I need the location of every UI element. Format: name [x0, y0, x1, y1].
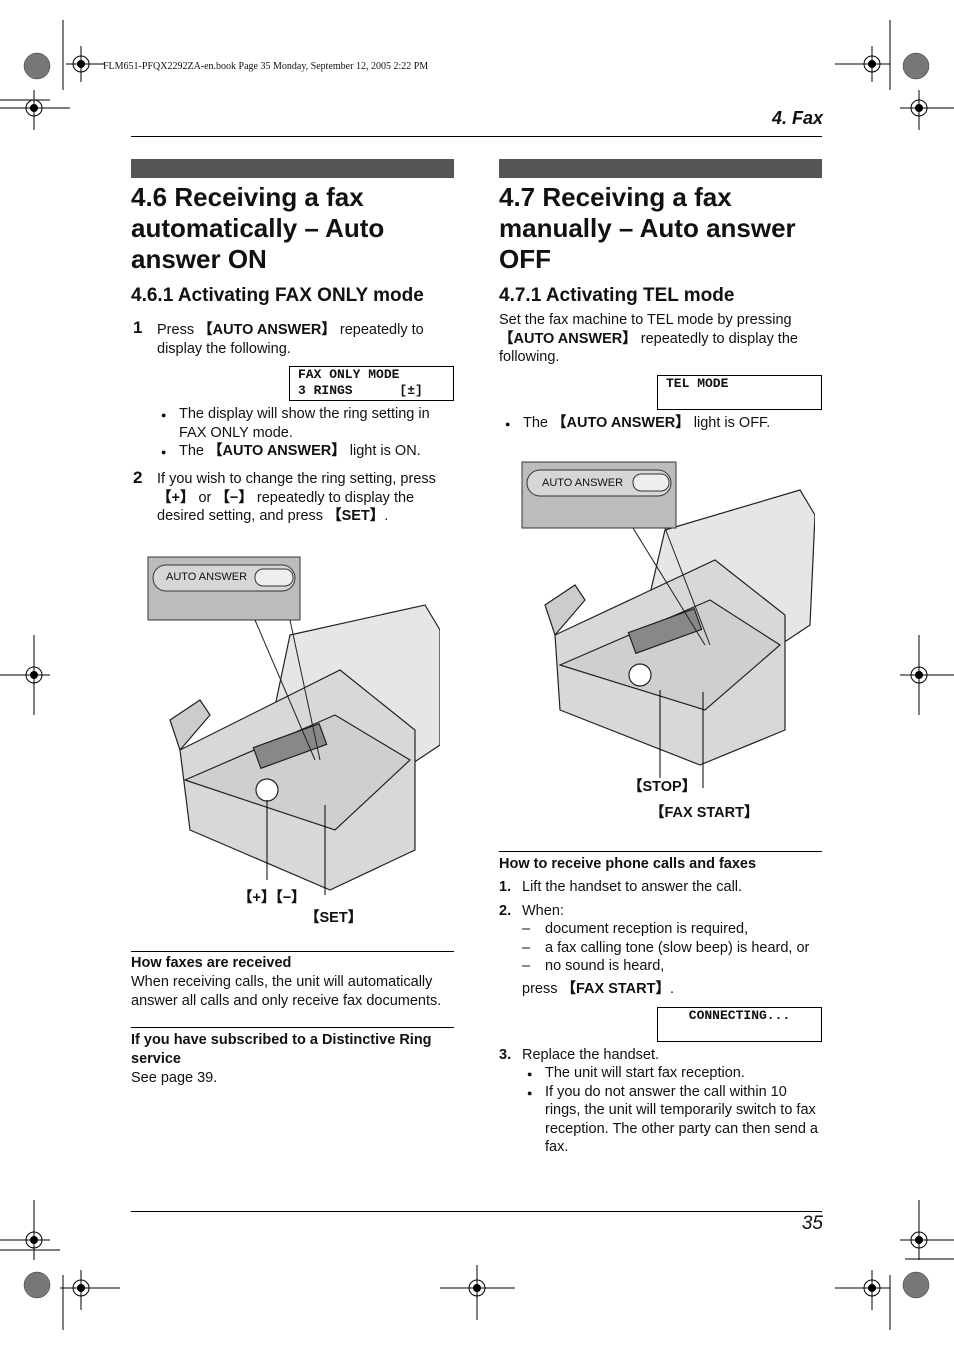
step-number: 1. — [499, 879, 512, 895]
how-faxes-received-body: When receiving calls, the unit will auto… — [131, 974, 442, 1009]
divider — [131, 1027, 454, 1028]
bullet-item: The display will show the ring setting i… — [155, 405, 450, 442]
step-number: 2 — [133, 468, 143, 487]
step-number: 1 — [133, 318, 143, 337]
header-rule — [131, 136, 822, 137]
fax-machine-illustration-right — [521, 461, 815, 788]
page-number: 35 — [801, 1213, 823, 1234]
lcd-display-connecting: CONNECTING... — [657, 1007, 822, 1042]
press-fax-start: press 【FAX START】. — [522, 981, 675, 997]
condition-item: – no sound is heard, — [522, 958, 665, 974]
condition-item: – a fax calling tone (slow beep) is heard… — [522, 939, 810, 956]
section-band — [499, 159, 822, 178]
distinctive-ring-heading: If you have subscribed to a Distinctive … — [131, 1032, 432, 1067]
chapter-header: 4. Fax — [771, 108, 823, 128]
bullet-item: If you do not answer the call within 10 … — [521, 1083, 826, 1157]
howto-step-2-text: When: — [522, 903, 564, 919]
bullet-item: The 【AUTO ANSWER】 light is OFF. — [499, 414, 819, 433]
auto-answer-key: 【AUTO ANSWER】 — [198, 322, 336, 338]
condition-item: – document reception is required, — [522, 921, 749, 937]
divider — [499, 851, 822, 852]
how-faxes-received-heading: How faxes are received — [131, 955, 292, 971]
distinctive-ring-body: See page 39. — [131, 1070, 218, 1086]
footer-rule — [131, 1211, 822, 1212]
section-title-4-7: 4.7 Receiving a fax manually – Auto answ… — [499, 182, 796, 274]
callout-fax-start: 【FAX START】 — [650, 805, 759, 821]
callout-set: 【SET】 — [305, 910, 363, 926]
divider — [131, 951, 454, 952]
lcd-display-fax-only: FAX ONLY MODE 3 RINGS [±] — [289, 366, 454, 401]
step-number: 2. — [499, 903, 512, 919]
bullet-item: The unit will start fax reception. — [521, 1064, 826, 1083]
step-2-text: If you wish to change the ring setting, … — [157, 471, 436, 524]
bullet-item: The 【AUTO ANSWER】 light is ON. — [155, 442, 450, 461]
book-file-line: FLM651-PFQX2292ZA-en.book Page 35 Monday… — [103, 61, 429, 72]
step-1-text: Press 【AUTO ANSWER】 repeatedly to displa… — [157, 322, 424, 357]
tel-mode-intro: Set the fax machine to TEL mode by press… — [499, 312, 798, 365]
step-1-bullets: The display will show the ring setting i… — [155, 405, 450, 461]
section-band — [131, 159, 454, 178]
callout-stop: 【STOP】 — [628, 779, 697, 795]
howto-step-1-text: Lift the handset to answer the call. — [522, 879, 743, 895]
howto-step-3-bullets: The unit will start fax reception. If yo… — [521, 1064, 826, 1157]
subsection-title-4-6-1: 4.6.1 Activating FAX ONLY mode — [131, 285, 424, 306]
callout-plus-minus: 【+】【−】 — [238, 890, 306, 906]
auto-answer-panel-label: AUTO ANSWER — [166, 571, 248, 583]
how-to-receive-heading: How to receive phone calls and faxes — [499, 856, 757, 872]
section-title-4-6: 4.6 Receiving a fax automatically – Auto… — [131, 182, 385, 274]
auto-answer-panel-label: AUTO ANSWER — [542, 477, 624, 489]
step-number: 3. — [499, 1047, 512, 1063]
howto-step-2-conditions: – document reception is required, – a fax … — [522, 920, 827, 976]
fax-machine-illustration-left — [147, 556, 440, 895]
subsection-title-4-7-1: 4.7.1 Activating TEL mode — [499, 285, 735, 306]
howto-step-3-text: Replace the handset. — [522, 1047, 660, 1063]
lcd-display-tel-mode: TEL MODE — [657, 375, 822, 410]
tel-mode-bullets: The 【AUTO ANSWER】 light is OFF. — [499, 414, 819, 433]
